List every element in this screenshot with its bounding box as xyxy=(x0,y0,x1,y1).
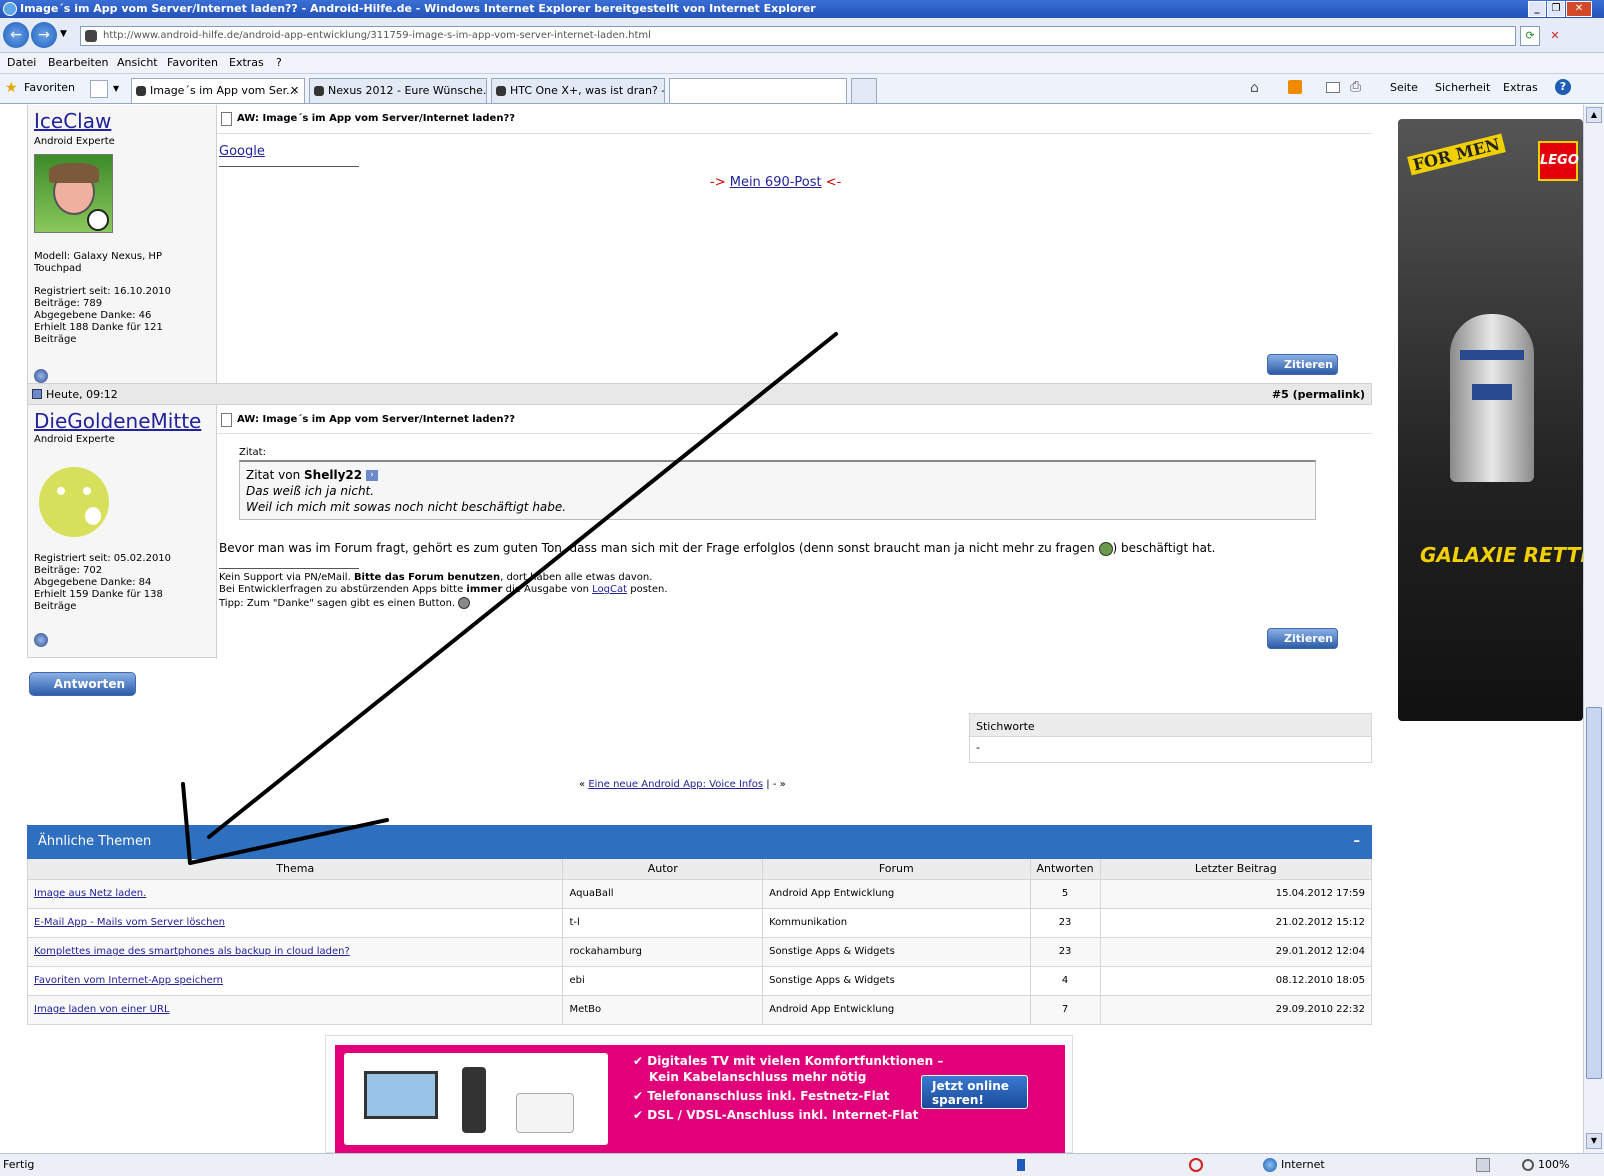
android-favicon-icon xyxy=(314,86,324,96)
extras-menu[interactable]: Extras xyxy=(1503,81,1538,94)
vertical-scrollbar[interactable]: ▲ ▼ xyxy=(1583,105,1604,1153)
status-text: Fertig xyxy=(3,1158,35,1171)
menu-datei[interactable]: Datei xyxy=(7,53,36,73)
help-icon[interactable]: ? xyxy=(1555,79,1571,95)
security-zone: Internet xyxy=(1281,1158,1325,1171)
address-url: http://www.android-hilfe.de/android-app-… xyxy=(103,30,651,41)
progress-indicator xyxy=(1017,1159,1025,1171)
restore-button[interactable]: ❐ xyxy=(1547,1,1565,17)
minimize-button[interactable]: _ xyxy=(1528,1,1546,17)
window-title: Image´s im App vom Server/Internet laden… xyxy=(20,2,816,15)
tab-label: Nexus 2012 - Eure Wünsche... xyxy=(328,84,487,97)
back-button[interactable]: ← xyxy=(3,22,29,48)
menu-favoriten[interactable]: Favoriten xyxy=(167,53,218,73)
scroll-up-arrow-icon[interactable]: ▲ xyxy=(1586,107,1602,123)
close-window-button[interactable]: ✕ xyxy=(1566,1,1592,17)
forward-button[interactable]: → xyxy=(31,22,57,48)
menu-help[interactable]: ? xyxy=(276,53,282,73)
new-tab-button[interactable] xyxy=(851,78,877,103)
protected-mode-icon[interactable] xyxy=(1476,1158,1490,1172)
security-menu[interactable]: Sicherheit xyxy=(1435,81,1490,94)
favorites-button[interactable]: Favoriten xyxy=(24,81,75,94)
print-icon[interactable]: ⎙ xyxy=(1350,79,1361,95)
ie-logo-icon xyxy=(3,2,17,16)
rss-feed-icon[interactable] xyxy=(1288,80,1302,94)
close-tab-icon[interactable]: ✕ xyxy=(290,79,299,103)
quick-tabs-icon[interactable] xyxy=(90,80,108,98)
stop-icon[interactable]: ✕ xyxy=(1545,26,1565,46)
tab-label: HTC One X+, was ist dran? -... xyxy=(510,84,665,97)
favorites-star-icon[interactable]: ★ xyxy=(5,80,18,96)
menu-bearbeiten[interactable]: Bearbeiten xyxy=(48,53,108,73)
internet-zone-icon xyxy=(1263,1158,1277,1172)
tab-label: Image´s im App vom Ser... xyxy=(150,84,297,97)
site-favicon-icon xyxy=(85,30,97,42)
status-bar: Fertig Internet 100% xyxy=(0,1153,1604,1176)
menu-bar: Datei Bearbeiten Ansicht Favoriten Extra… xyxy=(0,53,1604,74)
menu-extras[interactable]: Extras xyxy=(229,53,264,73)
address-bar-row: ← → ▼ http://www.android-hilfe.de/androi… xyxy=(0,18,1604,53)
tab-htc[interactable]: HTC One X+, was ist dran? -... xyxy=(491,78,665,103)
tab-bar: ★ Favoriten ▼ Image´s im App vom Ser... … xyxy=(0,74,1604,104)
page-viewport: IceClaw Android Experte Modell: Galaxy N… xyxy=(0,105,1583,1153)
popup-blocker-icon[interactable] xyxy=(1189,1158,1203,1172)
home-icon[interactable]: ⌂ xyxy=(1250,80,1259,96)
zoom-icon xyxy=(1522,1159,1534,1171)
refresh-icon[interactable]: ⟳ xyxy=(1520,26,1540,46)
scrollbar-thumb[interactable] xyxy=(1586,707,1602,1079)
menu-ansicht[interactable]: Ansicht xyxy=(117,53,158,73)
page-menu[interactable]: Seite xyxy=(1390,81,1418,94)
android-favicon-icon xyxy=(496,86,506,96)
tab-current[interactable]: Image´s im App vom Ser... ✕ xyxy=(131,78,305,103)
android-favicon-icon xyxy=(136,86,146,96)
tab-redacted[interactable] xyxy=(669,78,847,103)
scroll-down-arrow-icon[interactable]: ▼ xyxy=(1586,1133,1602,1149)
window-title-bar: Image´s im App vom Server/Internet laden… xyxy=(0,0,1604,18)
annotation-arrow xyxy=(181,332,838,865)
address-input[interactable]: http://www.android-hilfe.de/android-app-… xyxy=(80,26,1516,46)
zoom-level[interactable]: 100% xyxy=(1538,1154,1569,1176)
mail-icon[interactable] xyxy=(1326,82,1340,93)
history-dropdown-icon[interactable]: ▼ xyxy=(60,29,67,39)
tab-nexus[interactable]: Nexus 2012 - Eure Wünsche... xyxy=(309,78,487,103)
tab-list-dropdown-icon[interactable]: ▼ xyxy=(113,84,119,93)
